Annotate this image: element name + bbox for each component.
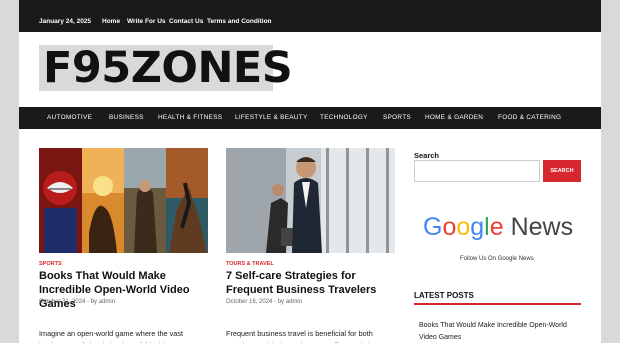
nav-health-fitness[interactable]: HEALTH & FITNESS bbox=[158, 114, 222, 121]
main-nav: AUTOMOTIVE BUSINESS HEALTH & FITNESS LIF… bbox=[19, 107, 601, 129]
logo-text: F95ZONES bbox=[43, 43, 293, 93]
top-link-terms[interactable]: Terms and Condition bbox=[207, 18, 272, 25]
nav-business[interactable]: BUSINESS bbox=[109, 114, 144, 121]
site-logo[interactable]: F95ZONES bbox=[39, 45, 293, 91]
post-author[interactable]: admin bbox=[99, 299, 115, 305]
google-news-logo[interactable]: Google News bbox=[423, 212, 573, 242]
post-meta: October 16, 2024 - by admin bbox=[226, 299, 303, 305]
post-meta: October 31, 2024 - by admin bbox=[39, 299, 116, 305]
post-date: October 16, 2024 bbox=[226, 299, 273, 305]
top-link-contact-us[interactable]: Contact Us bbox=[169, 18, 203, 25]
post-thumbnail-travel[interactable] bbox=[226, 148, 395, 253]
search-button[interactable]: SEARCH bbox=[543, 160, 581, 182]
post-author-prefix: by bbox=[90, 299, 98, 305]
current-date: January 24, 2025 bbox=[39, 18, 92, 25]
search-label: Search bbox=[414, 151, 440, 160]
post-date: October 31, 2024 bbox=[39, 299, 86, 305]
games-collage-image bbox=[39, 148, 208, 253]
post-excerpt: Imagine an open-world game where the vas… bbox=[39, 329, 202, 343]
nav-sports[interactable]: SPORTS bbox=[383, 114, 411, 121]
nav-food-catering[interactable]: FOOD & CATERING bbox=[498, 114, 561, 121]
nav-technology[interactable]: TECHNOLOGY bbox=[320, 114, 368, 121]
post-category-tours-travel[interactable]: TOURS & TRAVEL bbox=[226, 261, 274, 267]
heading-underline bbox=[414, 303, 581, 305]
top-link-home[interactable]: Home bbox=[102, 18, 120, 25]
post-excerpt: Frequent business travel is beneficial f… bbox=[226, 329, 383, 343]
post-category-sports[interactable]: SPORTS bbox=[39, 261, 62, 267]
nav-lifestyle-beauty[interactable]: LIFESTYLE & BEAUTY bbox=[235, 114, 308, 121]
nav-home-garden[interactable]: HOME & GARDEN bbox=[425, 114, 483, 121]
business-travelers-image bbox=[226, 148, 395, 253]
news-wordmark: News bbox=[510, 213, 574, 241]
post-title-self-care[interactable]: 7 Self-care Strategies for Frequent Busi… bbox=[226, 269, 398, 297]
top-link-write-for-us[interactable]: Write For Us bbox=[127, 18, 166, 25]
search-input[interactable] bbox=[414, 160, 540, 182]
follow-google-news-link[interactable]: Follow Us On Google News bbox=[460, 256, 534, 262]
page-content: F95ZONES AUTOMOTIVE BUSINESS HEALTH & FI… bbox=[19, 32, 601, 343]
latest-posts-heading: LATEST POSTS bbox=[414, 291, 474, 300]
google-wordmark: Google bbox=[423, 213, 504, 241]
latest-post-item[interactable]: Books That Would Make Incredible Open-Wo… bbox=[419, 320, 577, 343]
post-thumbnail-games[interactable] bbox=[39, 148, 208, 253]
nav-automotive[interactable]: AUTOMOTIVE bbox=[47, 114, 92, 121]
post-author-prefix: by bbox=[277, 299, 285, 305]
post-author[interactable]: admin bbox=[286, 299, 302, 305]
top-bar: January 24, 2025 Home Write For Us Conta… bbox=[19, 0, 601, 32]
